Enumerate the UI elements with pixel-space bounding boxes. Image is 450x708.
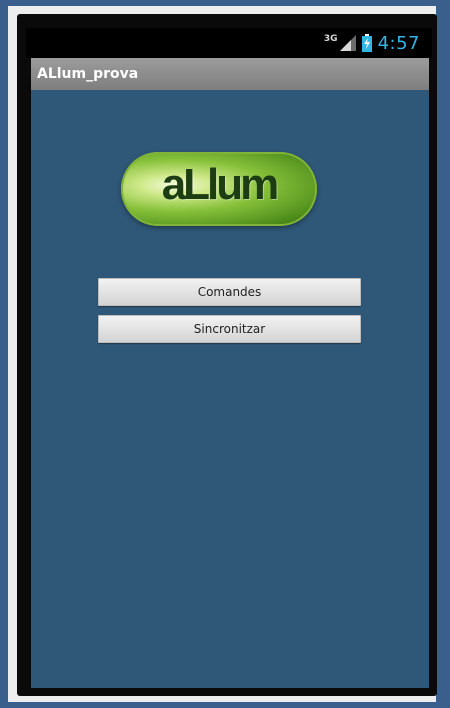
- sincronitzar-button[interactable]: Sincronitzar: [98, 315, 361, 343]
- main-content: aLlum Comandes Sincronitzar: [31, 90, 429, 688]
- allum-logo: aLlum: [121, 152, 317, 226]
- battery-charging-icon: [361, 34, 372, 52]
- signal-icon: [339, 35, 356, 51]
- network-type-label: 3G: [323, 34, 338, 44]
- logo-text: aLlum: [161, 160, 280, 209]
- comandes-button[interactable]: Comandes: [98, 278, 361, 306]
- status-icons: 3G 4:57: [324, 28, 420, 58]
- app-title: ALlum_prova: [37, 66, 139, 82]
- action-bar: ALlum_prova: [31, 58, 429, 90]
- status-clock: 4:57: [377, 32, 420, 54]
- status-bar: 3G 4:57: [26, 28, 432, 58]
